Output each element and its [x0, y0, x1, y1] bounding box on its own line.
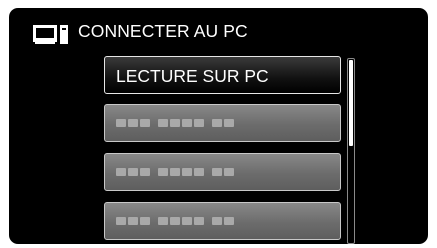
menu-item-option-4[interactable]: [104, 202, 341, 240]
header: CONNECTER AU PC: [9, 8, 428, 50]
menu-item-option-2[interactable]: [104, 104, 341, 142]
blurred-text-placeholder: [116, 119, 234, 127]
menu-item-label: LECTURE SUR PC: [116, 66, 269, 86]
blurred-text-placeholder: [116, 168, 234, 176]
menu-item-option-3[interactable]: [104, 153, 341, 191]
blurred-text-placeholder: [116, 217, 234, 225]
scrollbar[interactable]: [347, 58, 355, 244]
connect-to-pc-screen: CONNECTER AU PC LECTURE SUR PC: [9, 8, 428, 244]
page-title: CONNECTER AU PC: [78, 21, 248, 41]
menu-item-playback-on-pc[interactable]: LECTURE SUR PC: [104, 56, 341, 94]
computer-monitor-icon: [33, 25, 68, 44]
scrollbar-thumb[interactable]: [349, 60, 353, 146]
